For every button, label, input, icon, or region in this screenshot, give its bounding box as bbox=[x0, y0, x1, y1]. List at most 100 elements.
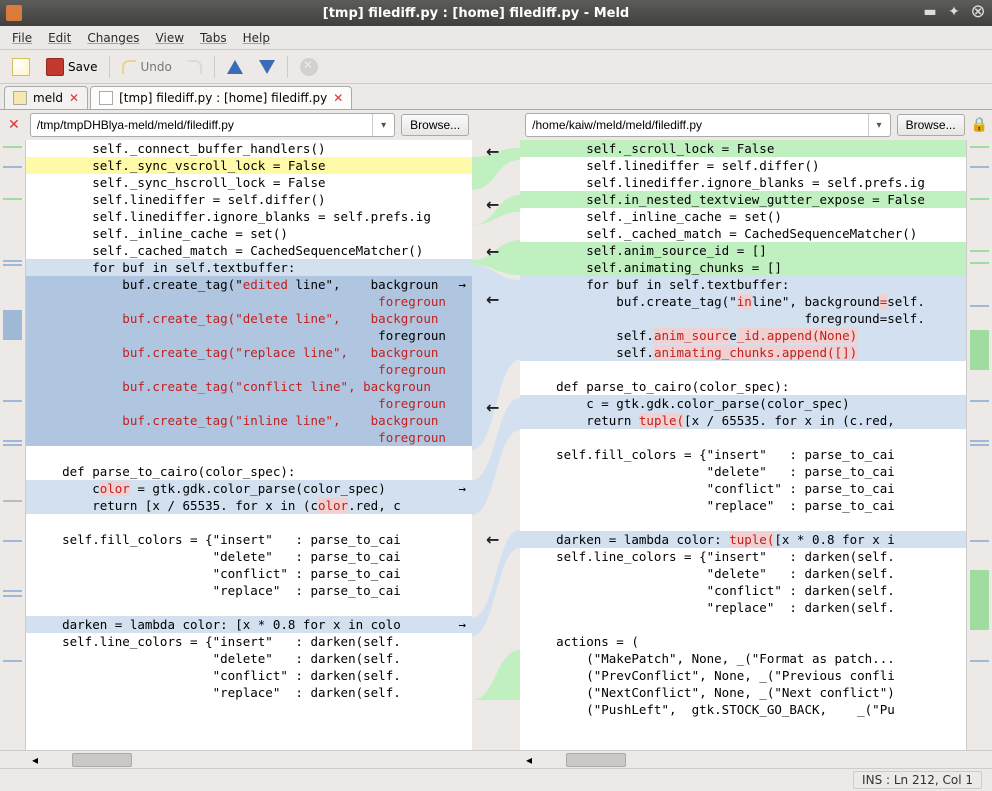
file-icon bbox=[99, 91, 113, 105]
diff-area: self._connect_buffer_handlers() self._sy… bbox=[0, 140, 992, 750]
left-browse-button[interactable]: Browse... bbox=[401, 114, 469, 136]
tab-close-icon[interactable]: ✕ bbox=[69, 91, 79, 105]
undo-button[interactable]: Undo bbox=[116, 56, 177, 78]
right-minimap[interactable] bbox=[966, 140, 992, 750]
code-line: return tuple([x / 65535. for x in (c.red… bbox=[520, 412, 966, 429]
left-path-input[interactable] bbox=[31, 114, 372, 136]
code-line: for buf in self.textbuffer: bbox=[520, 276, 966, 293]
code-line: buf.create_tag("inline line", backgroun bbox=[26, 412, 472, 429]
scroll-thumb[interactable] bbox=[72, 753, 132, 767]
code-line: self.linediffer.ignore_blanks = self.pre… bbox=[26, 208, 472, 225]
tab-filediff[interactable]: [tmp] filediff.py : [home] filediff.py ✕ bbox=[90, 86, 352, 109]
menu-file[interactable]: File bbox=[4, 28, 40, 48]
code-line: self._inline_cache = set() bbox=[520, 208, 966, 225]
merge-left-arrow-icon[interactable]: ← bbox=[486, 290, 499, 309]
right-path-combo[interactable] bbox=[525, 113, 890, 137]
dropdown-icon[interactable] bbox=[372, 114, 394, 136]
code-line: foregroun bbox=[26, 293, 472, 310]
code-line: self._scroll_lock = False bbox=[520, 140, 966, 157]
code-line bbox=[26, 446, 472, 463]
code-line: self.animating_chunks.append([]) bbox=[520, 344, 966, 361]
code-line: def parse_to_cairo(color_spec): bbox=[520, 378, 966, 395]
right-path-input[interactable] bbox=[526, 114, 867, 136]
undo-icon bbox=[122, 60, 136, 74]
redo-button[interactable] bbox=[182, 56, 208, 78]
next-diff-button[interactable] bbox=[253, 56, 281, 78]
code-line: self.anim_source_id = [] bbox=[520, 242, 966, 259]
merge-right-arrow-icon[interactable]: → bbox=[458, 276, 466, 293]
code-line: darken = lambda color: tuple([x * 0.8 fo… bbox=[520, 531, 966, 548]
titlebar: [tmp] filediff.py : [home] filediff.py -… bbox=[0, 0, 992, 26]
cursor-position: INS : Ln 212, Col 1 bbox=[853, 771, 982, 789]
stop-icon bbox=[300, 58, 318, 76]
code-line: buf.create_tag("replace line", backgroun bbox=[26, 344, 472, 361]
code-line: self._inline_cache = set() bbox=[26, 225, 472, 242]
lock-icon[interactable]: 🔒 bbox=[971, 117, 988, 133]
tab-close-icon[interactable]: ✕ bbox=[333, 91, 343, 105]
code-line bbox=[26, 514, 472, 531]
code-line: "delete" : parse_to_cai bbox=[26, 548, 472, 565]
close-diff-button[interactable]: ✕ bbox=[4, 117, 24, 133]
merge-left-arrow-icon[interactable]: ← bbox=[486, 530, 499, 549]
code-line: self.linediffer = self.differ() bbox=[26, 191, 472, 208]
right-browse-button[interactable]: Browse... bbox=[897, 114, 965, 136]
menu-tabs[interactable]: Tabs bbox=[192, 28, 235, 48]
code-line: darken = lambda color: [x * 0.8 for x in… bbox=[26, 616, 472, 633]
code-line: self._connect_buffer_handlers() bbox=[26, 140, 472, 157]
save-icon bbox=[46, 58, 64, 76]
prev-diff-button[interactable] bbox=[221, 56, 249, 78]
merge-left-arrow-icon[interactable]: ← bbox=[486, 195, 499, 214]
left-hscroll[interactable]: ◂ bbox=[26, 751, 472, 768]
minimize-button[interactable]: ▬ bbox=[922, 5, 938, 21]
code-line: foreground=self. bbox=[520, 310, 966, 327]
code-line: "delete" : parse_to_cai bbox=[520, 463, 966, 480]
code-line: self.linediffer.ignore_blanks = self.pre… bbox=[520, 174, 966, 191]
code-line: foregroun bbox=[26, 361, 472, 378]
menu-help[interactable]: Help bbox=[235, 28, 278, 48]
left-path-combo[interactable] bbox=[30, 113, 395, 137]
code-line: ("MakePatch", None, _("Format as patch..… bbox=[520, 650, 966, 667]
right-code-pane[interactable]: self._scroll_lock = False self.linediffe… bbox=[520, 140, 966, 750]
new-button[interactable] bbox=[6, 54, 36, 80]
code-line: self.line_colors = {"insert" : darken(se… bbox=[520, 548, 966, 565]
merge-left-arrow-icon[interactable]: ← bbox=[486, 242, 499, 261]
code-line: "delete" : darken(self. bbox=[520, 565, 966, 582]
merge-right-arrow-icon[interactable]: → bbox=[458, 480, 466, 497]
save-button[interactable]: Save bbox=[40, 54, 103, 80]
right-hscroll[interactable]: ◂ bbox=[520, 751, 966, 768]
code-line bbox=[520, 616, 966, 633]
code-line: buf.create_tag("delete line", backgroun bbox=[26, 310, 472, 327]
code-line: self.animating_chunks = [] bbox=[520, 259, 966, 276]
menu-view[interactable]: View bbox=[148, 28, 192, 48]
code-line: foregroun bbox=[26, 327, 472, 344]
code-line: buf.create_tag("edited line", backgroun→ bbox=[26, 276, 472, 293]
undo-label: Undo bbox=[140, 60, 171, 74]
stop-button[interactable] bbox=[294, 54, 324, 80]
code-line: buf.create_tag("conflict line", backgrou… bbox=[26, 378, 472, 395]
dropdown-icon[interactable] bbox=[868, 114, 890, 136]
code-line: color = gtk.gdk.color_parse(color_spec)→ bbox=[26, 480, 472, 497]
code-line: self.fill_colors = {"insert" : parse_to_… bbox=[26, 531, 472, 548]
menu-changes[interactable]: Changes bbox=[79, 28, 147, 48]
code-line: self.fill_colors = {"insert" : parse_to_… bbox=[520, 446, 966, 463]
merge-right-arrow-icon[interactable]: → bbox=[458, 616, 466, 633]
code-line: "conflict" : darken(self. bbox=[26, 667, 472, 684]
merge-left-arrow-icon[interactable]: ← bbox=[486, 398, 499, 417]
code-line: ("PushLeft", gtk.STOCK_GO_BACK, _("Pu bbox=[520, 701, 966, 718]
left-minimap[interactable] bbox=[0, 140, 26, 750]
app-icon bbox=[6, 5, 22, 21]
maximize-button[interactable]: ✦ bbox=[946, 5, 962, 21]
menu-edit[interactable]: Edit bbox=[40, 28, 79, 48]
scroll-thumb[interactable] bbox=[566, 753, 626, 767]
merge-left-arrow-icon[interactable]: ← bbox=[486, 142, 499, 161]
save-label: Save bbox=[68, 60, 97, 74]
tab-meld[interactable]: meld ✕ bbox=[4, 86, 88, 109]
code-line: "conflict" : parse_to_cai bbox=[26, 565, 472, 582]
code-line: "delete" : darken(self. bbox=[26, 650, 472, 667]
link-map bbox=[472, 140, 520, 700]
code-line: self.in_nested_textview_gutter_expose = … bbox=[520, 191, 966, 208]
code-line: self._cached_match = CachedSequenceMatch… bbox=[520, 225, 966, 242]
left-code-pane[interactable]: self._connect_buffer_handlers() self._sy… bbox=[26, 140, 472, 750]
close-window-button[interactable]: ⊗ bbox=[970, 5, 986, 21]
tab-label: meld bbox=[33, 91, 63, 105]
